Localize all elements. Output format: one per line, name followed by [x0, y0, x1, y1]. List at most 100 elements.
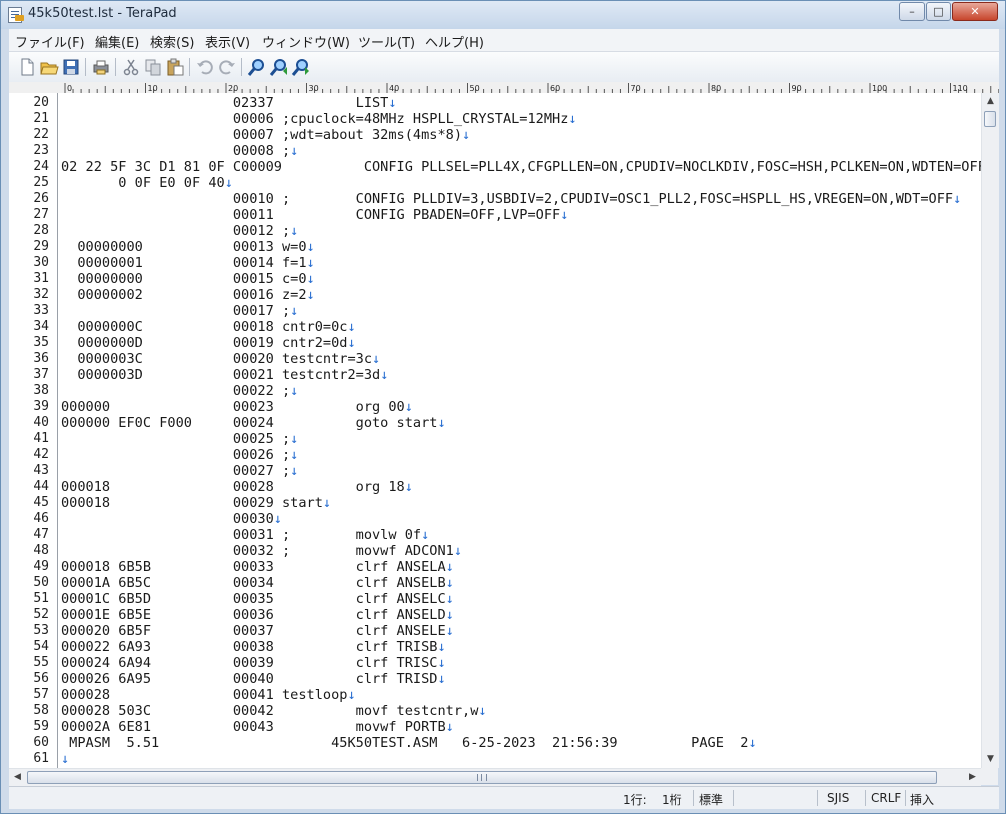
code-line[interactable]: 00030↓ — [61, 511, 282, 527]
code-line[interactable]: 00032 ; movwf ADCON1↓ — [61, 543, 462, 559]
close-button[interactable]: ✕ — [952, 2, 998, 21]
code-line[interactable]: 00031 ; movlw 0f↓ — [61, 527, 429, 543]
code-line[interactable]: 0000003D 00021 testcntr2=3d↓ — [61, 367, 388, 383]
title-bar[interactable]: 45k50test.lst - TeraPad – □ ✕ — [1, 1, 1005, 29]
code-line[interactable]: 000026 6A95 00040 clrf TRISD↓ — [61, 671, 446, 687]
line-number: 27 — [33, 207, 49, 222]
code-line[interactable]: 00027 ;↓ — [61, 463, 298, 479]
code-line[interactable]: 00011 CONFIG PBADEN=OFF,LVP=OFF↓ — [61, 207, 569, 223]
code-line[interactable]: 00001A 6B5C 00034 clrf ANSELB↓ — [61, 575, 454, 591]
line-number: 48 — [33, 543, 49, 558]
code-line[interactable]: 00006 ;cpuclock=48MHz HSPLL_CRYSTAL=12MH… — [61, 111, 577, 127]
redo-icon[interactable] — [217, 57, 237, 77]
find-icon[interactable] — [247, 57, 267, 77]
code-line[interactable]: 00017 ;↓ — [61, 303, 298, 319]
code-line[interactable]: 00000002 00016 z=2↓ — [61, 287, 314, 303]
line-number: 40 — [33, 415, 49, 430]
code-line[interactable]: 00001C 6B5D 00035 clrf ANSELC↓ — [61, 591, 454, 607]
code-line[interactable]: 00008 ;↓ — [61, 143, 298, 159]
code-line[interactable]: 00026 ;↓ — [61, 447, 298, 463]
scroll-up-arrow-icon[interactable]: ▲ — [982, 93, 999, 110]
code-line-text: 00000002 00016 z=2 — [61, 287, 307, 303]
line-number: 24 — [33, 159, 49, 174]
code-line[interactable]: 000000 00023 org 00↓ — [61, 399, 413, 415]
code-line[interactable]: MPASM 5.51 45K50TEST.ASM 6-25-2023 21:56… — [61, 735, 756, 751]
vertical-scroll-thumb[interactable] — [984, 111, 996, 127]
find-next-icon[interactable] — [291, 57, 311, 77]
code-line[interactable]: 000028 503C 00042 movf testcntr,w↓ — [61, 703, 487, 719]
code-line[interactable]: 02 22 5F 3C D1 81 0F C00009 CONFIG PLLSE… — [61, 159, 981, 175]
grip-icon — [477, 774, 487, 781]
text-editor[interactable]: 20 21 22 23 24 25 26 27 28 29 30 31 32 33 34 35 36 37 38 39… — [9, 93, 981, 768]
newline-mark-icon: ↓ — [306, 271, 315, 287]
paste-icon[interactable] — [165, 57, 185, 77]
copy-icon[interactable] — [143, 57, 163, 77]
code-line[interactable]: 02337 LIST↓ — [61, 95, 397, 111]
minimize-button[interactable]: – — [899, 2, 925, 21]
code-line[interactable]: 000024 6A94 00039 clrf TRISC↓ — [61, 655, 446, 671]
code-line[interactable]: ↓ — [61, 751, 69, 767]
code-line[interactable]: 0 0F E0 0F 40↓ — [61, 175, 233, 191]
maximize-button[interactable]: □ — [926, 2, 951, 21]
cut-icon[interactable] — [121, 57, 141, 77]
menu-edit[interactable]: 編集(E) — [95, 32, 139, 51]
code-line-text: 000018 6B5B 00033 clrf ANSELA — [61, 559, 446, 575]
code-line-text: 000000 EF0C F000 00024 goto start — [61, 415, 438, 431]
menu-view[interactable]: 表示(V) — [205, 32, 250, 51]
newline-mark-icon: ↓ — [347, 687, 356, 703]
code-line[interactable]: 0000000C 00018 cntr0=0c↓ — [61, 319, 355, 335]
terapad-app-icon[interactable] — [8, 7, 24, 23]
code-line[interactable]: 000020 6B5F 00037 clrf ANSELE↓ — [61, 623, 454, 639]
horizontal-scrollbar[interactable]: ◀ ▶ — [9, 768, 981, 786]
menu-tools[interactable]: ツール(T) — [358, 32, 415, 51]
new-file-icon[interactable] — [17, 57, 37, 77]
newline-mark-icon: ↓ — [478, 703, 487, 719]
code-line[interactable]: 00000001 00014 f=1↓ — [61, 255, 314, 271]
code-line[interactable]: 0000000D 00019 cntr2=0d↓ — [61, 335, 355, 351]
vertical-scrollbar[interactable]: ▲ ▼ — [981, 93, 999, 768]
code-line[interactable]: 000022 6A93 00038 clrf TRISB↓ — [61, 639, 446, 655]
code-line-text: 00012 ; — [61, 223, 291, 239]
code-line[interactable]: 00000000 00013 w=0↓ — [61, 239, 314, 255]
code-line[interactable]: 0000003C 00020 testcntr=3c↓ — [61, 351, 380, 367]
scroll-left-arrow-icon[interactable]: ◀ — [9, 769, 26, 786]
newline-mark-icon: ↓ — [290, 143, 299, 159]
code-line[interactable]: 000018 6B5B 00033 clrf ANSELA↓ — [61, 559, 454, 575]
newline-mark-icon: ↓ — [380, 367, 389, 383]
code-line[interactable]: 00012 ;↓ — [61, 223, 298, 239]
undo-icon[interactable] — [195, 57, 215, 77]
line-number: 58 — [33, 703, 49, 718]
menu-help[interactable]: ヘルプ(H) — [425, 32, 484, 51]
code-line-text: 02337 LIST — [61, 95, 389, 111]
open-folder-icon[interactable] — [39, 57, 59, 77]
code-line[interactable]: 000018 00028 org 18↓ — [61, 479, 413, 495]
status-line: 1行: — [623, 793, 647, 807]
line-number: 23 — [33, 143, 49, 158]
ruler-label: 100 — [872, 84, 887, 93]
code-line[interactable]: 00022 ;↓ — [61, 383, 298, 399]
code-line-text: 00031 ; movlw 0f — [61, 527, 422, 543]
code-line[interactable]: 00007 ;wdt=about 32ms(4ms*8)↓ — [61, 127, 470, 143]
save-icon[interactable] — [61, 57, 81, 77]
line-number: 20 — [33, 95, 49, 110]
menu-search[interactable]: 検索(S) — [150, 32, 194, 51]
status-newline: CRLF — [871, 791, 902, 805]
code-line[interactable]: 00001E 6B5E 00036 clrf ANSELD↓ — [61, 607, 454, 623]
code-line[interactable]: 00000000 00015 c=0↓ — [61, 271, 315, 287]
menu-window[interactable]: ウィンドウ(W) — [262, 32, 350, 51]
code-line[interactable]: 000000 EF0C F000 00024 goto start↓ — [61, 415, 446, 431]
code-line[interactable]: 00025 ;↓ — [61, 431, 298, 447]
scroll-down-arrow-icon[interactable]: ▼ — [982, 751, 999, 768]
code-line-text: 00027 ; — [61, 463, 291, 479]
newline-mark-icon: ↓ — [445, 623, 454, 639]
scroll-right-arrow-icon[interactable]: ▶ — [964, 769, 981, 786]
code-line[interactable]: 00002A 6E81 00043 movwf PORTB↓ — [61, 719, 454, 735]
newline-mark-icon: ↓ — [445, 591, 454, 607]
find-prev-icon[interactable] — [269, 57, 289, 77]
code-line[interactable]: 000018 00029 start↓ — [61, 495, 331, 511]
menu-file[interactable]: ファイル(F) — [15, 32, 85, 51]
print-icon[interactable] — [91, 57, 111, 77]
code-line[interactable]: 00010 ; CONFIG PLLDIV=3,USBDIV=2,CPUDIV=… — [61, 191, 961, 207]
horizontal-scroll-thumb[interactable] — [27, 771, 937, 784]
code-line[interactable]: 000028 00041 testloop↓ — [61, 687, 356, 703]
